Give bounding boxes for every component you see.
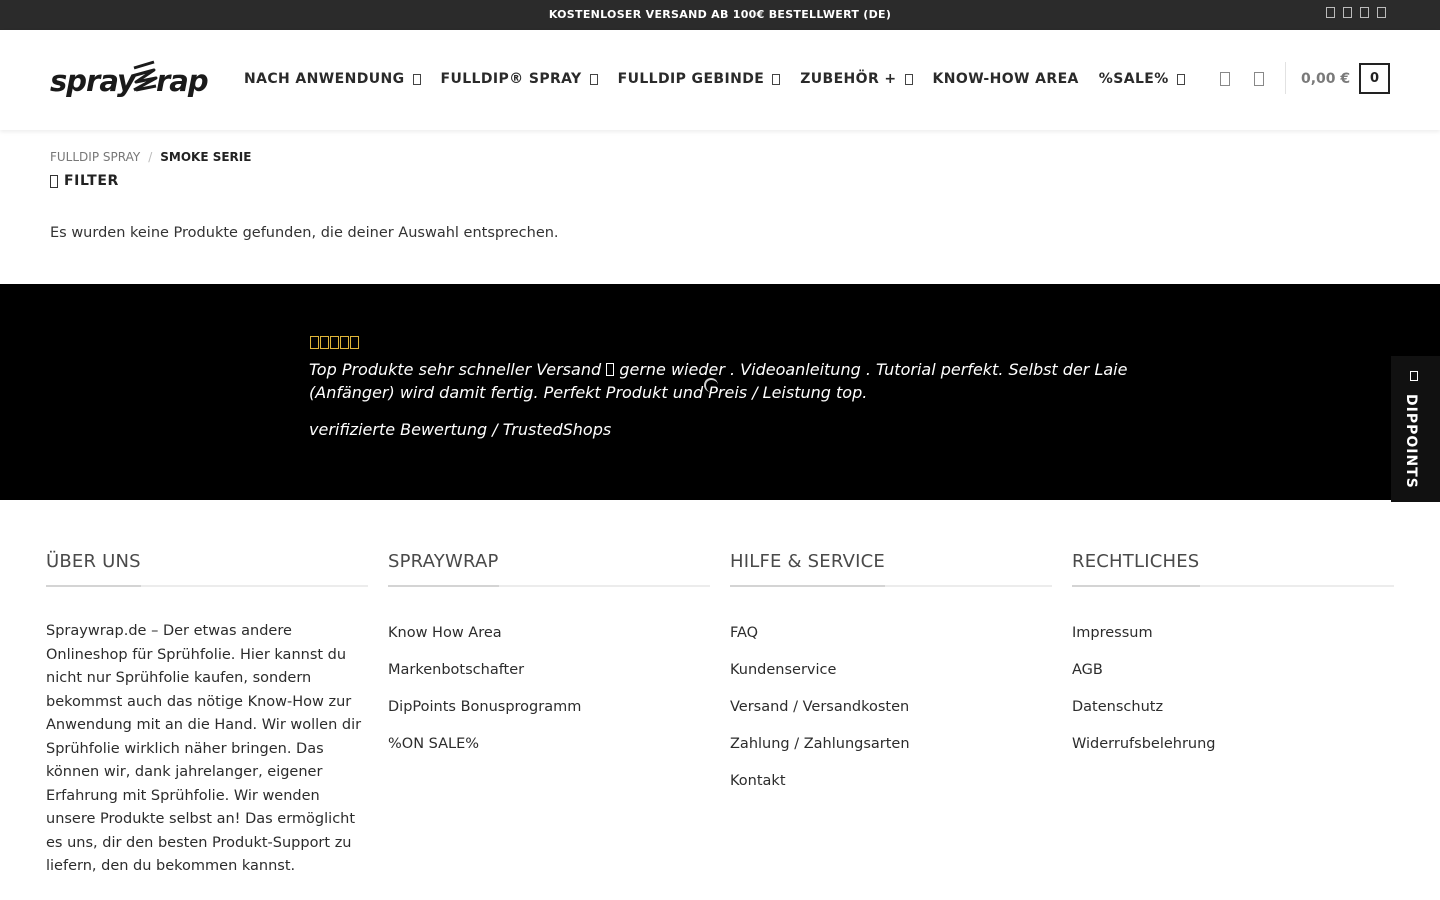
footer-heading: HILFE & SERVICE	[730, 551, 885, 572]
footer-link[interactable]: Widerrufsbelehrung	[1072, 736, 1394, 773]
chevron-down-icon	[412, 73, 421, 85]
breadcrumb-parent[interactable]: FULLDIP SPRAY	[50, 150, 140, 164]
footer-about: ÜBER UNS Spraywrap.de – Der etwas andere…	[46, 551, 368, 879]
footer-link[interactable]: Kundenservice	[730, 662, 1052, 699]
footer-link[interactable]: %ON SALE%	[388, 736, 710, 773]
review-section: Top Produkte sehr schneller Versand gern…	[0, 284, 1440, 500]
star-icon	[330, 336, 339, 349]
site-logo[interactable]: spray rap	[50, 60, 209, 100]
gift-icon	[1410, 371, 1418, 381]
star-icon	[340, 336, 349, 349]
youtube-icon[interactable]	[1360, 7, 1369, 18]
chevron-down-icon	[904, 73, 913, 85]
footer-link[interactable]: Datenschutz	[1072, 699, 1394, 736]
footer-heading: RECHTLICHES	[1072, 551, 1200, 572]
dippoints-tab[interactable]: DIPPOINTS	[1391, 356, 1440, 502]
footer-service: HILFE & SERVICE FAQ Kundenservice Versan…	[730, 551, 1052, 810]
nav-item-know-how-area[interactable]: KNOW-HOW AREA	[933, 71, 1079, 87]
filter-icon	[50, 174, 58, 188]
cart-count-badge[interactable]: 0	[1359, 63, 1390, 94]
footer-link[interactable]: Versand / Versandkosten	[730, 699, 1052, 736]
social-links	[1326, 7, 1386, 18]
chevron-down-icon	[1176, 73, 1185, 85]
header-icons	[1220, 72, 1264, 86]
star-rating	[310, 336, 359, 349]
review-text: Top Produkte sehr schneller Versand gern…	[309, 360, 1128, 402]
footer-links: Know How Area Markenbotschafter DipPoint…	[388, 625, 710, 773]
top-bar: KOSTENLOSER VERSAND AB 100€ BESTELLWERT …	[0, 0, 1440, 30]
chevron-down-icon	[589, 73, 598, 85]
search-icon[interactable]	[1220, 72, 1230, 86]
site-header: spray rap NACH ANWENDUNG FULLDIP® SPRAY …	[0, 30, 1440, 130]
star-icon	[310, 336, 319, 349]
footer-link[interactable]: AGB	[1072, 662, 1394, 699]
footer-link[interactable]: Impressum	[1072, 625, 1394, 662]
about-text: Spraywrap.de – Der etwas andere Onlinesh…	[46, 623, 362, 874]
breadcrumb-current: SMOKE SERIE	[160, 150, 252, 164]
footer-heading: ÜBER UNS	[46, 551, 141, 572]
footer-links: Impressum AGB Datenschutz Widerrufsbeleh…	[1072, 625, 1394, 773]
footer-link[interactable]: Zahlung / Zahlungsarten	[730, 736, 1052, 773]
nav-item-zubehoer[interactable]: ZUBEHÖR +	[800, 71, 913, 87]
star-icon	[320, 336, 329, 349]
nav-item-fulldip-spray[interactable]: FULLDIP® SPRAY	[441, 71, 598, 87]
loading-spinner-icon	[704, 378, 718, 392]
main-nav: NACH ANWENDUNG FULLDIP® SPRAY FULLDIP GE…	[244, 71, 1205, 87]
facebook-icon[interactable]	[1326, 7, 1335, 18]
breadcrumb: FULLDIP SPRAY / SMOKE SERIE	[50, 150, 251, 164]
star-icon	[350, 336, 359, 349]
tiktok-icon[interactable]	[1377, 7, 1386, 18]
user-icon[interactable]	[1254, 72, 1264, 86]
nav-item-fulldip-gebinde[interactable]: FULLDIP GEBINDE	[618, 71, 781, 87]
footer-link[interactable]: Know How Area	[388, 625, 710, 662]
cart-total[interactable]: 0,00 €	[1301, 71, 1350, 87]
footer-link[interactable]: FAQ	[730, 625, 1052, 662]
footer-spraywrap: SPRAYWRAP Know How Area Markenbotschafte…	[388, 551, 710, 773]
instagram-icon[interactable]	[1343, 7, 1352, 18]
footer-links: FAQ Kundenservice Versand / Versandkoste…	[730, 625, 1052, 810]
header-divider	[1285, 62, 1286, 94]
footer-heading: SPRAYWRAP	[388, 551, 499, 572]
nav-item-sale[interactable]: %SALE%	[1099, 71, 1185, 87]
chevron-down-icon	[772, 73, 781, 85]
thumbs-up-icon	[606, 363, 615, 376]
breadcrumb-separator: /	[148, 150, 153, 164]
footer-link[interactable]: Kontakt	[730, 773, 1052, 810]
no-results-message: Es wurden keine Produkte gefunden, die d…	[50, 225, 559, 241]
filter-button[interactable]: FILTER	[50, 173, 119, 189]
shipping-message: KOSTENLOSER VERSAND AB 100€ BESTELLWERT …	[548, 8, 892, 21]
nav-item-nach-anwendung[interactable]: NACH ANWENDUNG	[244, 71, 421, 87]
review-source: verifizierte Bewertung / TrustedShops	[309, 420, 612, 439]
footer-legal: RECHTLICHES Impressum AGB Datenschutz Wi…	[1072, 551, 1394, 773]
footer-link[interactable]: Markenbotschafter	[388, 662, 710, 699]
footer-link[interactable]: DipPoints Bonusprogramm	[388, 699, 710, 736]
